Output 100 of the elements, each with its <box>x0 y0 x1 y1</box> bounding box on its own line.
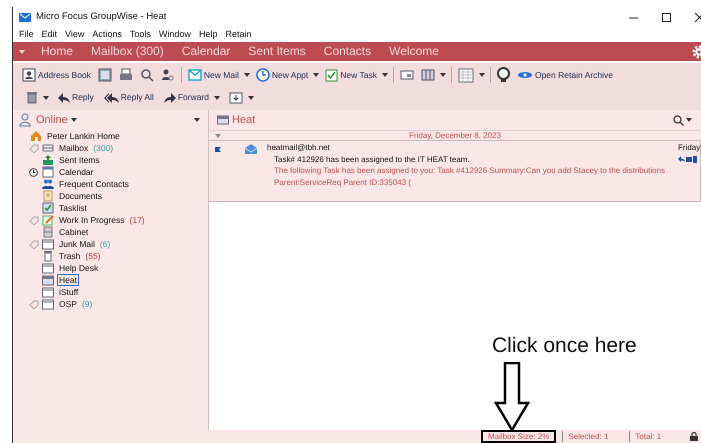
new-appt-button[interactable]: New Appt <box>254 68 310 82</box>
printer-button[interactable] <box>118 68 134 82</box>
date-group-header: Friday, December 8, 2023 <box>409 130 501 142</box>
status-text: Total: 1 <box>629 430 668 443</box>
reply-button[interactable]: Reply <box>57 91 95 104</box>
menu-item[interactable]: Help <box>198 28 218 42</box>
folder-item[interactable]: Help Desk <box>57 262 100 274</box>
menu-item[interactable]: Window <box>158 28 191 42</box>
nav-tab[interactable]: Mailbox (300) <box>89 43 166 60</box>
search-button[interactable] <box>672 114 693 126</box>
status-text: Mailbox Size: 2% <box>481 430 556 443</box>
person-icon <box>19 113 33 127</box>
new-task-button[interactable]: New Task <box>324 68 378 82</box>
folder-item[interactable]: Junk Mail <box>57 238 97 250</box>
nav-tab[interactable]: Sent Items <box>246 43 308 60</box>
lock-icon <box>690 432 698 441</box>
menu-item[interactable]: Edit <box>42 28 58 42</box>
person-search-icon <box>160 68 175 82</box>
calendar-icon <box>42 166 54 178</box>
folder-item[interactable]: Frequent Contacts <box>57 178 131 190</box>
checklist-icon <box>42 202 54 214</box>
message-preview: Parent:ServiceReq Parent ID:335043 ( <box>273 176 412 188</box>
maximize-icon[interactable] <box>662 12 671 22</box>
online-status-button[interactable]: Online <box>35 112 69 128</box>
unread-count: (17) <box>130 214 145 226</box>
retain-button[interactable]: Open Retain Archive <box>516 68 614 82</box>
eye-icon <box>516 71 533 79</box>
menu-item[interactable]: File <box>19 28 34 42</box>
caret-icon[interactable] <box>440 73 446 77</box>
search-icon <box>673 114 684 126</box>
folder-item[interactable]: Calendar <box>57 166 96 178</box>
caret-icon[interactable] <box>214 96 220 100</box>
reply-icon[interactable] <box>678 156 685 162</box>
nav-tab[interactable]: Home <box>39 43 76 60</box>
forward-button[interactable]: Forward <box>162 91 210 104</box>
caret-icon[interactable] <box>43 96 49 100</box>
menu-item[interactable]: Retain <box>225 28 252 42</box>
pencil-note-icon <box>42 214 54 226</box>
people-icon <box>42 178 54 190</box>
caret-icon[interactable] <box>686 118 692 122</box>
reply-icon <box>58 92 70 102</box>
nav-tab[interactable]: Welcome <box>387 43 441 60</box>
folder-item[interactable]: Mailbox <box>57 142 90 154</box>
caret-icon[interactable] <box>382 73 388 77</box>
window-button[interactable] <box>96 68 113 82</box>
close-icon[interactable] <box>695 12 701 22</box>
folder-item[interactable]: Cabinet <box>57 226 90 238</box>
forward-icon <box>164 92 176 102</box>
address-book-button[interactable]: Address Book <box>21 68 92 82</box>
message-preview: The following Task has been assigned to you: Task #412926 Summary:Can you add Stacey to the distributions <box>273 165 666 176</box>
reply-all-button[interactable]: Reply All <box>102 91 155 104</box>
message-row[interactable] <box>209 140 701 202</box>
search-button[interactable] <box>138 68 155 82</box>
folder-item[interactable]: iStuff <box>57 286 80 298</box>
clock-icon <box>256 68 270 82</box>
reply-all-icon <box>104 92 119 102</box>
card-icon <box>400 69 414 81</box>
caret-icon[interactable] <box>194 118 200 122</box>
document-icon <box>42 190 54 202</box>
folder-item[interactable]: Documents <box>57 190 104 202</box>
folder-item[interactable]: Sent Items <box>57 154 102 166</box>
bulb-icon <box>496 67 510 83</box>
search-icon <box>140 68 154 82</box>
caret-icon[interactable] <box>244 73 250 77</box>
unread-count: (300) <box>93 142 114 154</box>
unread-count: (55) <box>85 250 101 262</box>
menu-item[interactable]: View <box>65 28 84 42</box>
window-title: Micro Focus GroupWise - Heat <box>36 10 166 24</box>
menu-item[interactable]: Actions <box>92 28 122 42</box>
card-button[interactable] <box>398 69 415 81</box>
person-search-button[interactable] <box>160 68 176 82</box>
table-button[interactable] <box>456 68 475 82</box>
message-date: Friday <box>678 142 700 153</box>
folder-item[interactable]: Work In Progress <box>57 214 127 226</box>
caret-icon[interactable] <box>70 118 77 122</box>
folder-item[interactable]: Trash <box>57 250 82 262</box>
bulb-button[interactable] <box>496 67 511 83</box>
sender: heatmail@tbh.net <box>267 142 331 154</box>
move-to-folder-button[interactable] <box>228 92 244 104</box>
columns-button[interactable] <box>420 69 436 81</box>
collapse-icon[interactable] <box>215 134 221 138</box>
nav-tab[interactable]: Calendar <box>180 43 232 60</box>
unread-count: (6) <box>100 238 110 250</box>
folder-item[interactable]: Heat <box>57 274 79 286</box>
folder-item[interactable]: OSP <box>57 298 79 310</box>
nav-tab[interactable]: Contacts <box>322 43 374 60</box>
caret-icon[interactable] <box>248 96 254 100</box>
folder-item[interactable]: Peter Lankin Home <box>45 130 122 142</box>
folder-item[interactable]: Tasklist <box>57 202 89 214</box>
cabinet-icon <box>42 226 54 238</box>
unread-count: (9) <box>82 298 92 310</box>
new-mail-button[interactable]: New Mail <box>186 68 240 82</box>
envelope-icon <box>188 69 202 81</box>
tray-icon <box>42 142 54 154</box>
status-text: Selected: 1 <box>562 430 616 443</box>
house-icon <box>30 130 42 142</box>
columns-icon <box>420 69 435 81</box>
menu-item[interactable]: Tools <box>130 28 151 42</box>
caret-icon[interactable] <box>313 73 320 77</box>
caret-icon[interactable] <box>478 73 485 77</box>
